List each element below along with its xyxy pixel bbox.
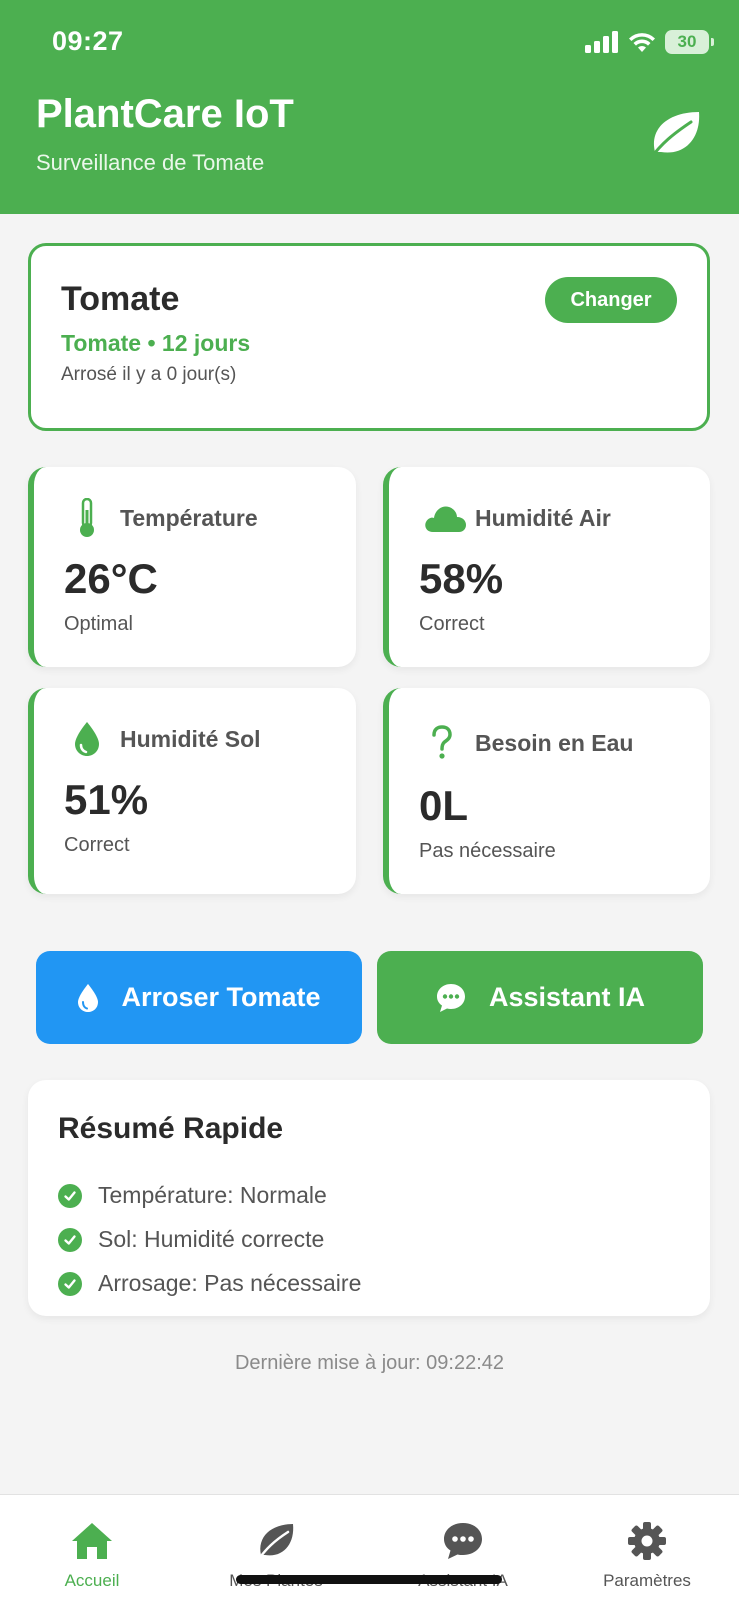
plant-meta: Tomate • 12 jours (61, 330, 251, 356)
signal-icon (585, 31, 618, 53)
leaf-icon (649, 112, 700, 160)
check-icon (58, 1271, 82, 1296)
summary-title: Résumé Rapide (58, 1112, 284, 1145)
nav-item-assistant[interactable]: Assistant IA (383, 1495, 543, 1600)
check-icon (58, 1227, 82, 1252)
summary-item-text: Température: Normale (98, 1182, 327, 1208)
status-time: 09:27 (52, 26, 124, 56)
ai-assistant-button[interactable]: Assistant IA (377, 951, 703, 1044)
water-plant-label: Arroser Tomate (121, 982, 321, 1012)
nav-item-plants[interactable]: Mes Plantes (196, 1495, 356, 1600)
plant-watered-info: Arrosé il y a 0 jour(s) (61, 364, 237, 385)
summary-item-text: Arrosage: Pas nécessaire (98, 1270, 362, 1296)
summary-item: Sol: Humidité correcte (58, 1226, 324, 1253)
soil-humidity-status: Correct (64, 834, 130, 856)
gear-icon (625, 1519, 669, 1563)
water-need-value: 0L (419, 782, 469, 829)
plant-name: Tomate (61, 280, 180, 318)
temperature-value: 26°C (64, 555, 158, 602)
current-plant-card: Tomate Tomate • 12 jours Arrosé il y a 0… (28, 243, 710, 431)
air-humidity-status: Correct (419, 613, 485, 635)
app-header: 09:27 30 PlantCare IoT Surveillance de T… (0, 0, 739, 214)
question-icon (425, 722, 459, 764)
bottom-navigation: Accueil Mes Plantes Assistant IA (0, 1494, 739, 1600)
last-update-text: Dernière mise à jour: 09:22:42 (234, 1352, 505, 1374)
temperature-card: Température 26°C Optimal (28, 467, 356, 667)
chat-icon (436, 983, 465, 1012)
check-icon (58, 1183, 82, 1208)
water-drop-icon (70, 718, 104, 760)
water-drop-icon (78, 983, 99, 1012)
water-need-status: Pas nécessaire (419, 840, 556, 862)
change-plant-button[interactable]: Changer (545, 277, 677, 323)
air-humidity-label: Humidité Air (475, 505, 611, 531)
temperature-label: Température (120, 505, 258, 531)
battery-icon: 30 (665, 30, 714, 54)
soil-humidity-label: Humidité Sol (120, 726, 261, 752)
leaf-icon (254, 1519, 298, 1563)
chat-icon (441, 1519, 485, 1563)
nav-label-settings: Paramètres (603, 1571, 691, 1590)
thermometer-icon (70, 497, 104, 539)
temperature-status: Optimal (64, 613, 133, 635)
soil-humidity-value: 51% (64, 776, 149, 823)
air-humidity-value: 58% (419, 555, 504, 602)
soil-humidity-card: Humidité Sol 51% Correct (28, 688, 356, 894)
summary-item: Arrosage: Pas nécessaire (58, 1270, 361, 1297)
status-icons: 30 (585, 30, 714, 54)
nav-item-settings[interactable]: Paramètres (567, 1495, 727, 1600)
cloud-icon (423, 497, 467, 539)
app-subtitle: Surveillance de Tomate (36, 150, 265, 175)
water-plant-button[interactable]: Arroser Tomate (36, 951, 362, 1044)
summary-item-text: Sol: Humidité correcte (98, 1226, 325, 1252)
water-need-label: Besoin en Eau (475, 730, 634, 756)
air-humidity-card: Humidité Air 58% Correct (383, 467, 710, 667)
nav-item-home[interactable]: Accueil (12, 1495, 172, 1600)
nav-label-home: Accueil (64, 1571, 120, 1590)
quick-summary-card: Résumé Rapide Température: Normale Sol: … (28, 1080, 710, 1316)
water-need-card: Besoin en Eau 0L Pas nécessaire (383, 688, 710, 894)
home-indicator (236, 1575, 502, 1584)
wifi-icon (629, 33, 655, 52)
ai-assistant-label: Assistant IA (488, 982, 646, 1012)
home-icon (70, 1519, 114, 1563)
summary-item: Température: Normale (58, 1182, 327, 1209)
app-title: PlantCare IoT (36, 92, 294, 136)
